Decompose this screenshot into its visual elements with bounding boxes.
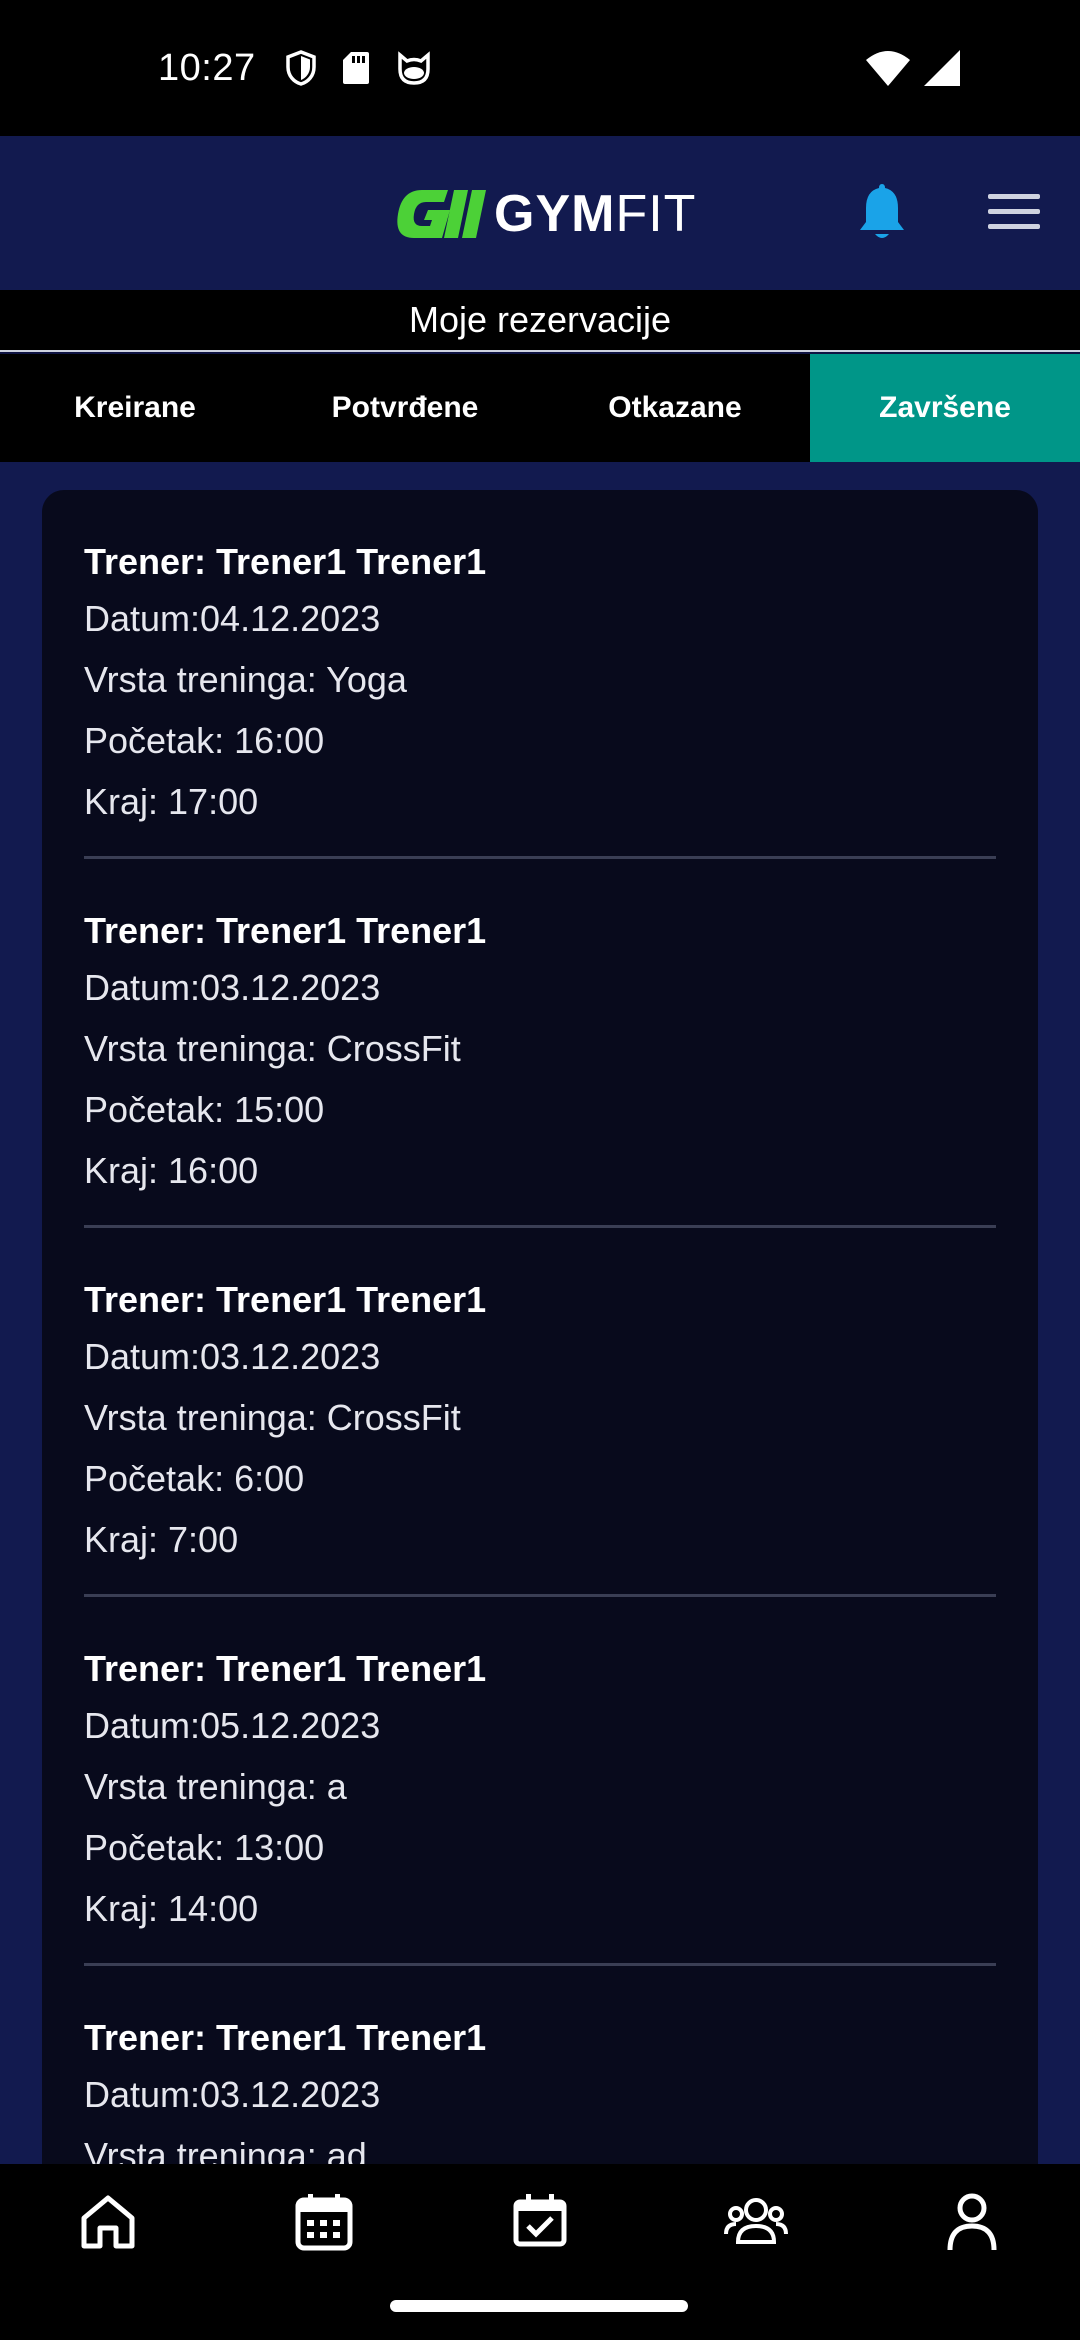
reservation-item: Trener: Trener1 Trener1 Datum:03.12.2023… bbox=[84, 1228, 996, 1597]
reservation-trainer: Trener: Trener1 Trener1 bbox=[84, 1279, 487, 1320]
reservation-type: Vrsta treninga: CrossFit bbox=[84, 1397, 461, 1438]
reservation-start: Početak: 16:00 bbox=[84, 720, 325, 761]
reservation-type: Vrsta treninga: CrossFit bbox=[84, 1028, 461, 1069]
reservations-card: Trener: Trener1 Trener1 Datum:04.12.2023… bbox=[42, 490, 1038, 2164]
reservation-date: Datum:04.12.2023 bbox=[84, 598, 381, 639]
reservation-trainer: Trener: Trener1 Trener1 bbox=[84, 910, 487, 951]
profile-icon[interactable] bbox=[940, 2190, 1004, 2254]
home-indicator[interactable] bbox=[390, 2300, 688, 2312]
reservation-item: Trener: Trener1 Trener1 Datum:03.12.2023… bbox=[84, 859, 996, 1228]
content-area[interactable]: Trener: Trener1 Trener1 Datum:04.12.2023… bbox=[0, 462, 1080, 2164]
bell-icon[interactable] bbox=[854, 180, 910, 242]
logo-text-gym: GYM bbox=[494, 185, 616, 243]
calendar-check-icon[interactable] bbox=[508, 2190, 572, 2254]
app-header: GYMFIT bbox=[0, 136, 1080, 290]
home-icon[interactable] bbox=[76, 2190, 140, 2254]
status-icons-left bbox=[285, 50, 432, 86]
reservation-start: Početak: 6:00 bbox=[84, 1458, 305, 1499]
group-icon[interactable] bbox=[724, 2190, 788, 2254]
hamburger-menu-icon[interactable] bbox=[988, 192, 1040, 232]
reservation-date: Datum:03.12.2023 bbox=[84, 2074, 381, 2115]
reservation-end: Kraj: 7:00 bbox=[84, 1519, 239, 1560]
bottom-nav bbox=[0, 2164, 1080, 2340]
reservation-item: Trener: Trener1 Trener1 Datum:03.12.2023… bbox=[84, 1966, 996, 2164]
logo-text-fit: FIT bbox=[615, 185, 697, 243]
tab-zavrsene[interactable]: Završene bbox=[810, 354, 1080, 462]
calendar-icon[interactable] bbox=[292, 2190, 356, 2254]
reservation-end: Kraj: 17:00 bbox=[84, 781, 259, 822]
shield-icon bbox=[285, 50, 316, 86]
reservation-type: Vrsta treninga: ad bbox=[84, 2135, 367, 2164]
status-icons-right bbox=[866, 50, 960, 86]
reservation-start: Početak: 15:00 bbox=[84, 1089, 325, 1130]
cat-face-icon bbox=[397, 51, 430, 85]
reservation-date: Datum:05.12.2023 bbox=[84, 1705, 381, 1746]
reservation-start: Početak: 13:00 bbox=[84, 1827, 325, 1868]
tab-kreirane[interactable]: Kreirane bbox=[0, 354, 270, 462]
reservation-end: Kraj: 14:00 bbox=[84, 1888, 259, 1929]
reservation-trainer: Trener: Trener1 Trener1 bbox=[84, 2017, 487, 2058]
reservation-date: Datum:03.12.2023 bbox=[84, 967, 381, 1008]
reservation-item: Trener: Trener1 Trener1 Datum:04.12.2023… bbox=[84, 490, 996, 859]
tab-otkazane[interactable]: Otkazane bbox=[540, 354, 810, 462]
reservation-end: Kraj: 16:00 bbox=[84, 1150, 259, 1191]
reservation-date: Datum:03.12.2023 bbox=[84, 1336, 381, 1377]
cell-signal-icon bbox=[924, 50, 960, 86]
page-title: Moje rezervacije bbox=[408, 299, 672, 340]
reservation-type: Vrsta treninga: a bbox=[84, 1766, 347, 1807]
reservation-trainer: Trener: Trener1 Trener1 bbox=[84, 541, 487, 582]
reservation-type: Vrsta treninga: Yoga bbox=[84, 659, 407, 700]
status-bar: 10:27 bbox=[0, 0, 1080, 136]
reservation-trainer: Trener: Trener1 Trener1 bbox=[84, 1648, 487, 1689]
sd-card-icon bbox=[342, 52, 369, 84]
tab-potvrdene[interactable]: Potvrđene bbox=[270, 354, 540, 462]
reservation-item: Trener: Trener1 Trener1 Datum:05.12.2023… bbox=[84, 1597, 996, 1966]
status-time: 10:27 bbox=[158, 46, 256, 89]
page-title-bar: Moje rezervacije bbox=[0, 290, 1080, 352]
wifi-icon bbox=[866, 51, 910, 86]
reservation-tabs: Kreirane Potvrđene Otkazane Završene bbox=[0, 354, 1080, 462]
logo-mark-icon bbox=[397, 190, 486, 238]
logo-text: GYMFIT bbox=[494, 184, 696, 244]
gymfit-logo[interactable]: GYMFIT bbox=[392, 184, 696, 244]
